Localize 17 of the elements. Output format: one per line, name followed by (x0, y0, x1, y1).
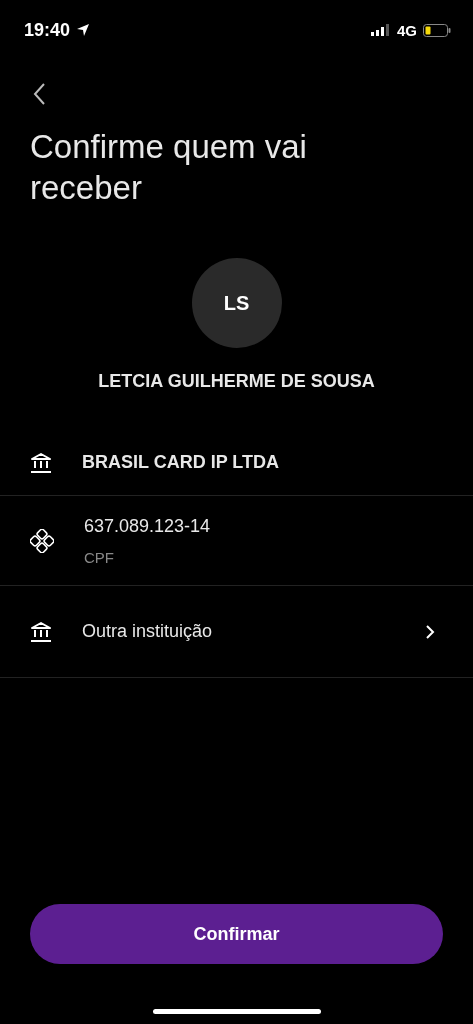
page-title: Confirme quem vai receber (30, 127, 308, 208)
pix-icon (30, 528, 54, 553)
other-institution-row[interactable]: Outra instituição (0, 586, 473, 678)
bank-icon (30, 621, 52, 642)
status-time: 19:40 (24, 19, 71, 41)
network-label: 4G (397, 21, 417, 39)
chevron-right-icon (425, 623, 435, 640)
avatar: LS (191, 258, 282, 348)
signal-icon (371, 24, 391, 36)
bank-name: BRASIL CARD IP LTDA (82, 452, 279, 473)
key-type: CPF (84, 548, 115, 566)
bank-icon (30, 452, 52, 473)
pix-key: 637.089.123-14 (84, 515, 211, 537)
confirm-button[interactable]: Confirmar (30, 904, 443, 964)
battery-icon (423, 23, 451, 37)
location-arrow-icon (76, 23, 91, 37)
recipient-name: LETCIA GUILHERME DE SOUSA (97, 371, 376, 392)
